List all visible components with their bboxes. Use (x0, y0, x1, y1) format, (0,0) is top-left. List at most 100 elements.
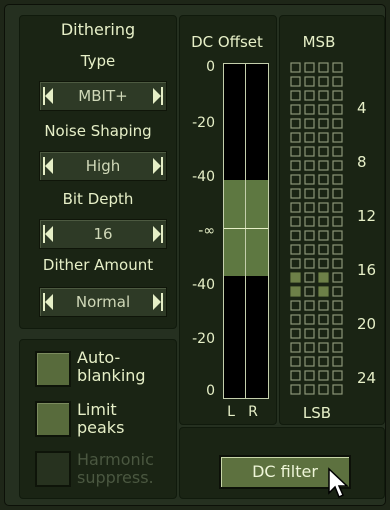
bit-led (304, 62, 315, 73)
bit-depth-selector[interactable]: 16 (39, 219, 167, 249)
bit-led (304, 216, 315, 227)
dc-offset-meter (223, 63, 269, 399)
bit-led (304, 132, 315, 143)
next-icon[interactable] (153, 226, 161, 242)
bit-led (318, 104, 329, 115)
bit-led (318, 62, 329, 73)
bit-led (318, 146, 329, 157)
bit-led (318, 356, 329, 367)
dc-offset-tick-label: -20 (192, 115, 215, 131)
type-selector[interactable]: MBIT+ (39, 81, 167, 111)
next-icon[interactable] (153, 88, 161, 104)
bar-icon (161, 225, 163, 243)
dc-offset-tick-label: -40 (192, 169, 215, 185)
bit-led (290, 300, 301, 311)
bit-led (290, 132, 301, 143)
bit-led (332, 342, 343, 353)
bit-led (290, 244, 301, 255)
bit-led (304, 90, 315, 101)
bit-led (318, 300, 329, 311)
dither-amount-selector[interactable]: Normal (39, 287, 167, 317)
dc-offset-title: DC Offset (191, 33, 263, 51)
bit-led (332, 160, 343, 171)
previous-icon[interactable] (45, 294, 53, 310)
bit-label: 16 (357, 261, 377, 279)
bit-led (332, 314, 343, 325)
bit-led (332, 90, 343, 101)
bit-led (318, 188, 329, 199)
limit-peaks-checkbox[interactable] (35, 401, 71, 437)
bit-led (318, 216, 329, 227)
bit-led (290, 62, 301, 73)
bar-icon (161, 293, 163, 311)
bit-depth-label: Bit Depth (62, 190, 134, 208)
dc-offset-tick-label: 0 (206, 59, 215, 75)
next-icon[interactable] (153, 158, 161, 174)
bit-led (290, 258, 301, 269)
bit-led (304, 118, 315, 129)
bar-icon (161, 87, 163, 105)
next-icon[interactable] (153, 294, 161, 310)
bit-meter (290, 62, 343, 395)
bar-icon (43, 225, 45, 243)
bit-led (318, 384, 329, 395)
bit-led (304, 286, 315, 297)
previous-icon[interactable] (45, 88, 53, 104)
limit-peaks-label-line2: peaks (77, 418, 125, 437)
bit-label: 24 (357, 369, 377, 387)
previous-icon[interactable] (45, 226, 53, 242)
bit-led (304, 314, 315, 325)
bit-led (318, 160, 329, 171)
bit-led (304, 104, 315, 115)
bit-led (318, 314, 329, 325)
msb-title: MSB (302, 33, 336, 51)
lsb-label: LSB (302, 404, 332, 422)
type-value: MBIT+ (78, 87, 128, 105)
bit-led (332, 216, 343, 227)
bit-led (318, 286, 329, 297)
bit-led (290, 188, 301, 199)
dc-offset-tick-label: -20 (192, 331, 215, 347)
bit-led (332, 146, 343, 157)
bit-led (332, 258, 343, 269)
noise-shaping-label: Noise Shaping (44, 122, 152, 140)
bit-label: 12 (357, 207, 377, 225)
previous-icon[interactable] (45, 158, 53, 174)
bit-led (290, 202, 301, 213)
bit-led (290, 342, 301, 353)
noise-shaping-selector[interactable]: High (39, 151, 167, 181)
bit-led (318, 272, 329, 283)
bit-led (290, 272, 301, 283)
bit-led (304, 328, 315, 339)
bit-led (332, 104, 343, 115)
channel-left-label: L (227, 404, 235, 420)
auto-blanking-label-line2: blanking (77, 366, 146, 385)
bit-led (304, 174, 315, 185)
bit-led (290, 160, 301, 171)
bit-led (332, 384, 343, 395)
bit-led (332, 300, 343, 311)
bit-led (332, 230, 343, 241)
bit-led (304, 244, 315, 255)
bit-led (290, 328, 301, 339)
bit-led (318, 328, 329, 339)
auto-blanking-label-line1: Auto- (77, 348, 121, 367)
auto-blanking-label: Auto- blanking (77, 349, 146, 385)
dither-amount-label: Dither Amount (42, 256, 154, 274)
bit-led (318, 90, 329, 101)
bit-led (290, 174, 301, 185)
bit-led (290, 230, 301, 241)
harmonic-suppress-label: Harmonic suppress. (77, 451, 154, 487)
auto-blanking-checkbox[interactable] (35, 351, 71, 387)
limit-peaks-label-line1: Limit (77, 400, 117, 419)
bit-led (332, 370, 343, 381)
bit-led (332, 76, 343, 87)
dither-amount-value: Normal (75, 293, 131, 311)
bit-led (318, 118, 329, 129)
dc-offset-tick-label: 0 (206, 383, 215, 399)
bit-led (304, 76, 315, 87)
dithering-title: Dithering (60, 20, 136, 39)
bit-led (304, 160, 315, 171)
bit-label: 4 (357, 99, 367, 117)
bit-led (332, 188, 343, 199)
